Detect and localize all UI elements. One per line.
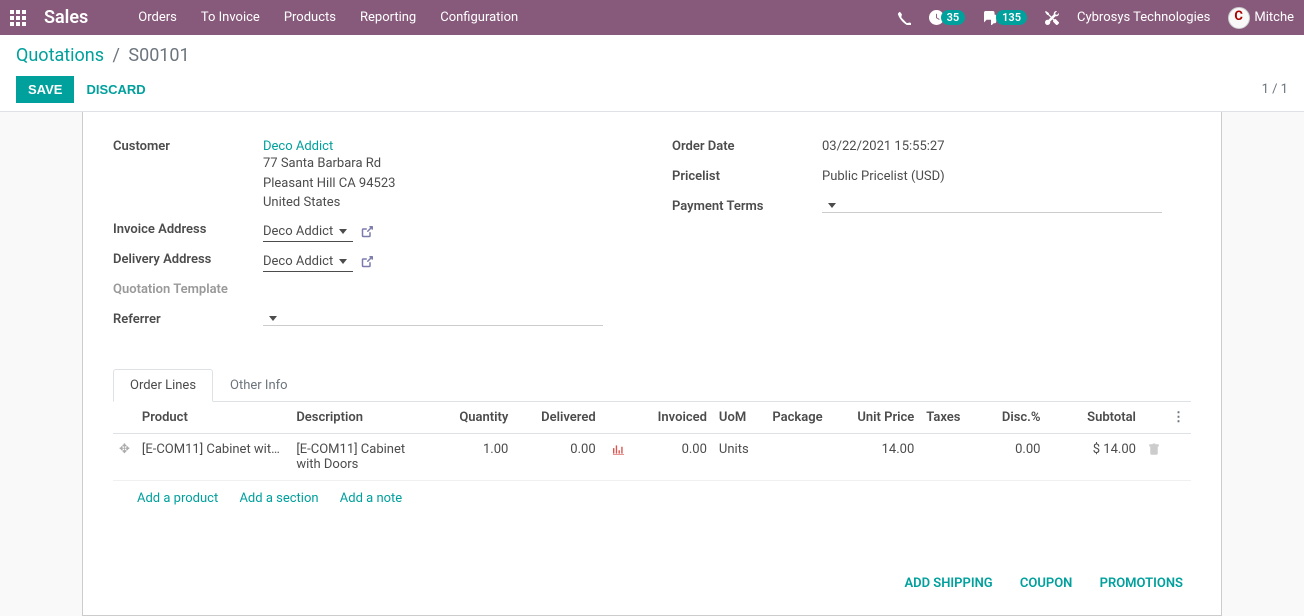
- apps-icon[interactable]: [10, 10, 26, 26]
- invoice-addr-value: Deco Addict: [263, 224, 333, 239]
- delivery-addr-field[interactable]: Deco Addict: [263, 252, 353, 272]
- cell-subtotal: $ 14.00: [1046, 433, 1141, 480]
- tab-order-lines[interactable]: Order Lines: [113, 369, 213, 402]
- th-taxes: Taxes: [920, 402, 970, 434]
- customer-link[interactable]: Deco Addict: [263, 139, 333, 154]
- messages-badge: 135: [996, 10, 1027, 25]
- cell-taxes[interactable]: [920, 433, 970, 480]
- phone-icon[interactable]: [897, 11, 911, 25]
- trash-icon[interactable]: [1148, 442, 1160, 457]
- coupon-link[interactable]: COUPON: [1020, 576, 1073, 591]
- save-button[interactable]: SAVE: [16, 76, 74, 103]
- th-disc: Disc.%: [970, 402, 1047, 434]
- cell-package[interactable]: [766, 433, 835, 480]
- chevron-down-icon[interactable]: [339, 229, 347, 234]
- nav-right: 35 135 Cybrosys Technologies Mitche: [897, 7, 1294, 29]
- cell-unit-price[interactable]: 14.00: [836, 433, 921, 480]
- forecast-icon[interactable]: [612, 442, 625, 457]
- order-lines-table: Product Description Quantity Delivered I…: [113, 402, 1191, 481]
- nav-configuration[interactable]: Configuration: [440, 10, 518, 25]
- th-invoiced: Invoiced: [631, 402, 713, 434]
- activity-icon[interactable]: 35: [929, 10, 966, 25]
- order-date-value[interactable]: 03/22/2021 15:55:27: [822, 136, 1191, 154]
- th-product: Product: [136, 402, 290, 434]
- tab-other-info[interactable]: Other Info: [213, 369, 305, 402]
- nav-products[interactable]: Products: [284, 10, 336, 25]
- payment-terms-field[interactable]: [822, 199, 1162, 213]
- promotions-link[interactable]: PROMOTIONS: [1100, 576, 1183, 591]
- add-section-link[interactable]: Add a section: [239, 491, 318, 506]
- nav-menu: Orders To Invoice Products Reporting Con…: [138, 10, 518, 25]
- activity-badge: 35: [941, 10, 966, 25]
- cell-description[interactable]: [E-COM11] Cabinet with Doors: [290, 433, 436, 480]
- invoice-addr-label: Invoice Address: [113, 219, 263, 237]
- drag-handle-icon[interactable]: ✥: [119, 442, 130, 457]
- customer-addr3: United States: [263, 193, 632, 213]
- th-package: Package: [766, 402, 835, 434]
- delivery-addr-label: Delivery Address: [113, 249, 263, 267]
- form-sheet: Customer Deco Addict 77 Santa Barbara Rd…: [82, 112, 1222, 616]
- th-description: Description: [290, 402, 436, 434]
- nav-orders[interactable]: Orders: [138, 10, 177, 25]
- discard-button[interactable]: DISCARD: [86, 82, 145, 97]
- customer-label: Customer: [113, 136, 263, 154]
- table-row[interactable]: ✥ [E-COM11] Cabinet with … [E-COM11] Cab…: [113, 433, 1191, 480]
- add-line-links: Add a product Add a section Add a note: [113, 481, 1191, 516]
- breadcrumb-root[interactable]: Quotations: [16, 45, 104, 66]
- add-product-link[interactable]: Add a product: [137, 491, 218, 506]
- control-panel: Quotations / S00101 SAVE DISCARD 1 / 1: [0, 35, 1304, 112]
- pager[interactable]: 1 / 1: [1262, 82, 1288, 97]
- cell-delivered[interactable]: 0.00: [514, 433, 601, 480]
- user-menu[interactable]: Mitche: [1228, 7, 1294, 29]
- breadcrumb-sep: /: [112, 45, 119, 66]
- referrer-field[interactable]: [263, 312, 603, 326]
- th-uom: UoM: [713, 402, 766, 434]
- payment-terms-label: Payment Terms: [672, 196, 822, 214]
- th-delivered: Delivered: [514, 402, 601, 434]
- breadcrumb-current: S00101: [128, 45, 189, 66]
- external-link-icon[interactable]: [361, 254, 373, 269]
- brand-title[interactable]: Sales: [44, 7, 88, 28]
- breadcrumb: Quotations / S00101: [16, 45, 1288, 66]
- main-navbar: Sales Orders To Invoice Products Reporti…: [0, 0, 1304, 35]
- th-unit-price: Unit Price: [836, 402, 921, 434]
- external-link-icon[interactable]: [361, 224, 373, 239]
- cell-product[interactable]: [E-COM11] Cabinet with …: [136, 433, 290, 480]
- cell-uom[interactable]: Units: [713, 433, 766, 480]
- quotation-tpl-label: Quotation Template: [113, 279, 263, 297]
- company-name[interactable]: Cybrosys Technologies: [1077, 10, 1210, 25]
- user-avatar: [1228, 7, 1250, 29]
- form-tabs: Order Lines Other Info: [113, 369, 1191, 402]
- nav-to-invoice[interactable]: To Invoice: [201, 10, 260, 25]
- cell-disc[interactable]: 0.00: [970, 433, 1047, 480]
- order-date-label: Order Date: [672, 136, 822, 154]
- nav-reporting[interactable]: Reporting: [360, 10, 416, 25]
- form-background: Customer Deco Addict 77 Santa Barbara Rd…: [0, 112, 1304, 616]
- customer-addr1: 77 Santa Barbara Rd: [263, 154, 632, 174]
- kebab-icon[interactable]: ⋮: [1172, 410, 1185, 425]
- customer-addr2: Pleasant Hill CA 94523: [263, 174, 632, 194]
- chevron-down-icon[interactable]: [339, 259, 347, 264]
- th-quantity: Quantity: [437, 402, 515, 434]
- user-name: Mitche: [1254, 10, 1294, 25]
- pricelist-value[interactable]: Public Pricelist (USD): [822, 166, 1191, 184]
- settings-icon[interactable]: [1045, 11, 1059, 25]
- chevron-down-icon[interactable]: [269, 316, 277, 321]
- pricelist-label: Pricelist: [672, 166, 822, 184]
- chevron-down-icon[interactable]: [828, 203, 836, 208]
- th-subtotal: Subtotal: [1046, 402, 1141, 434]
- referrer-label: Referrer: [113, 309, 263, 327]
- messages-icon[interactable]: 135: [983, 10, 1027, 25]
- cell-quantity[interactable]: 1.00: [437, 433, 515, 480]
- cell-invoiced[interactable]: 0.00: [631, 433, 713, 480]
- add-shipping-link[interactable]: ADD SHIPPING: [904, 576, 992, 591]
- invoice-addr-field[interactable]: Deco Addict: [263, 222, 353, 242]
- bottom-actions: ADD SHIPPING COUPON PROMOTIONS: [113, 576, 1191, 591]
- add-note-link[interactable]: Add a note: [340, 491, 402, 506]
- delivery-addr-value: Deco Addict: [263, 254, 333, 269]
